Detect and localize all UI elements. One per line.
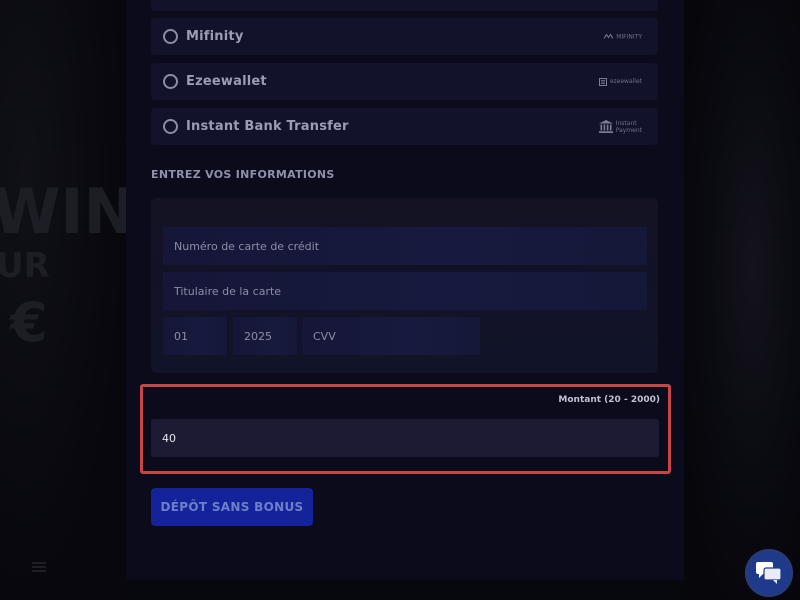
radio-circle-icon[interactable] [163,29,178,44]
payment-option-partial[interactable] [151,0,658,11]
mifinity-mark-icon [604,33,614,39]
background-promo-line2: UR [0,246,50,286]
card-section-title: ENTREZ VOS INFORMATIONS [151,168,335,181]
background-promo-line1: WINS [0,175,180,248]
bank-logo-text-line2: Payment [615,126,642,134]
background-promo: WINS UR € [0,175,180,358]
ezeewallet-logo-text: ezeewallet [609,78,642,85]
chat-button[interactable] [745,549,793,597]
bank-building-icon [598,120,613,133]
amount-label: Montant (20 - 2000) [558,395,660,405]
amount-highlight: Montant (20 - 2000) 40 [140,384,671,474]
ezeewallet-mark-icon [598,77,607,86]
payment-option-instant-bank-transfer[interactable]: Instant Bank Transfer Instant Payment [151,108,658,145]
bank-logo-text-line1: Instant [615,119,637,127]
background-promo-line3: € [10,291,48,354]
radio-circle-icon[interactable] [163,74,178,89]
radio-circle-icon[interactable] [163,119,178,134]
payment-option-label: Ezeewallet [186,74,267,89]
card-details-box: Numéro de carte de crédit Titulaire de l… [151,198,658,373]
payment-option-mifinity[interactable]: Mifinity MIFINITY [151,18,658,55]
ezeewallet-logo-icon: ezeewallet [598,77,642,86]
cvv-input[interactable]: CVV [302,317,480,355]
expiry-month-select[interactable]: 01 [163,317,227,355]
background-right-panel [682,0,800,600]
payment-option-label: Instant Bank Transfer [186,119,349,134]
mifinity-logo-icon: MIFINITY [604,33,642,40]
payment-option-ezeewallet[interactable]: Ezeewallet ezeewallet [151,63,658,100]
mifinity-logo-text: MIFINITY [616,33,642,40]
bank-logo-text: Instant Payment [616,120,642,134]
amount-input[interactable]: 40 [151,419,659,457]
background-bottom-bar [0,560,800,600]
card-holder-input[interactable]: Titulaire de la carte [163,272,647,310]
payment-option-label: Mifinity [186,29,244,44]
deposit-modal: Mifinity MIFINITY Ezeewallet ezeewallet … [126,0,684,580]
card-number-input[interactable]: Numéro de carte de crédit [163,227,647,265]
chat-icon [756,562,782,584]
bank-icon: Instant Payment [598,120,642,134]
expiry-year-select[interactable]: 2025 [233,317,297,355]
deposit-without-bonus-button[interactable]: DÉPÔT SANS BONUS [151,488,313,526]
